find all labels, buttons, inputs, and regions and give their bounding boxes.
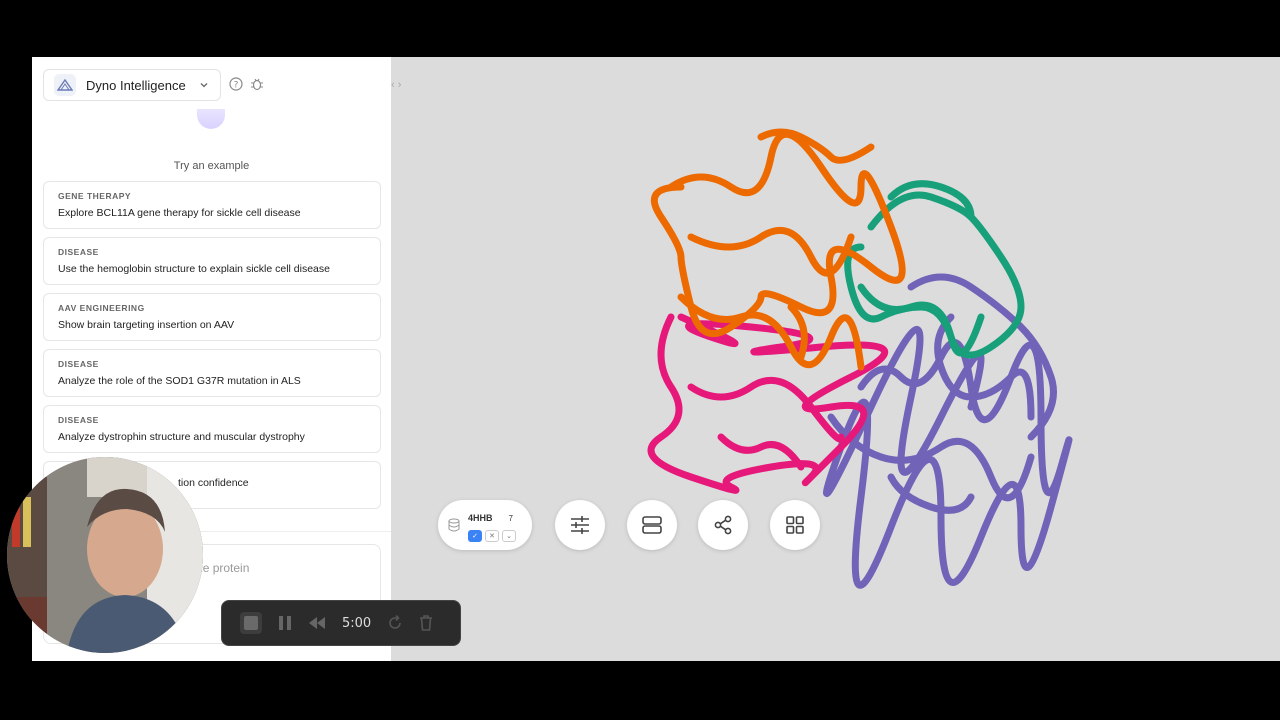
model-icon bbox=[54, 74, 76, 96]
example-text: Show brain targeting insertion on AAV bbox=[58, 319, 235, 331]
assistant-avatar bbox=[197, 109, 225, 129]
example-card[interactable]: GENE THERAPY Explore BCL11A gene therapy… bbox=[43, 181, 381, 229]
chevron-down-icon[interactable]: ⌄ bbox=[502, 530, 516, 542]
help-icon[interactable]: ? bbox=[229, 77, 243, 91]
chain-c bbox=[647, 313, 888, 494]
server-icon bbox=[642, 516, 662, 534]
model-selector[interactable]: Dyno Intelligence bbox=[43, 69, 221, 101]
restart-icon[interactable] bbox=[387, 615, 403, 631]
example-card[interactable]: DISEASE Analyze dystrophin structure and… bbox=[43, 405, 381, 453]
pdb-id: 4HHB bbox=[468, 513, 493, 523]
stop-icon[interactable] bbox=[240, 612, 262, 634]
example-card[interactable]: AAV ENGINEERING Show brain targeting ins… bbox=[43, 293, 381, 341]
close-icon[interactable]: ✕ bbox=[485, 530, 499, 542]
example-text: Analyze dystrophin structure and muscula… bbox=[58, 431, 305, 443]
share-icon bbox=[714, 515, 732, 535]
try-example-label: Try an example bbox=[173, 160, 250, 172]
example-category: GENE THERAPY bbox=[58, 191, 132, 201]
pause-icon[interactable] bbox=[278, 615, 292, 631]
chain-count: 7 bbox=[508, 514, 513, 523]
bug-icon[interactable] bbox=[250, 77, 264, 91]
example-card[interactable]: DISEASE Analyze the role of the SOD1 G37… bbox=[43, 349, 381, 397]
presenter-video bbox=[7, 457, 203, 653]
grid-view-button[interactable] bbox=[770, 500, 820, 550]
layers-button[interactable] bbox=[627, 500, 677, 550]
example-text: Use the hemoglobin structure to explain … bbox=[58, 263, 330, 275]
example-card[interactable]: DISEASE Use the hemoglobin structure to … bbox=[43, 237, 381, 285]
share-button[interactable] bbox=[698, 500, 748, 550]
video-frame: Dyno Intelligence ? Try an example GENE … bbox=[0, 0, 1280, 720]
structure-chip[interactable]: 4HHB 7 ✓ ✕ ⌄ bbox=[438, 500, 532, 550]
chevron-down-icon bbox=[200, 83, 208, 88]
screen-recorder-bar: 5:00 bbox=[221, 600, 461, 646]
grid-icon bbox=[786, 516, 804, 534]
example-text: Explore BCL11A gene therapy for sickle c… bbox=[58, 207, 301, 219]
settings-button[interactable] bbox=[555, 500, 605, 550]
trash-icon[interactable] bbox=[419, 615, 433, 631]
example-category: DISEASE bbox=[58, 247, 99, 257]
example-text: Analyze the role of the SOD1 G37R mutati… bbox=[58, 375, 301, 387]
check-icon[interactable]: ✓ bbox=[468, 530, 482, 542]
sliders-icon bbox=[571, 516, 589, 534]
svg-text:?: ? bbox=[234, 81, 239, 91]
model-name: Dyno Intelligence bbox=[86, 77, 186, 93]
example-category: AAV ENGINEERING bbox=[58, 303, 145, 313]
example-category: DISEASE bbox=[58, 359, 99, 369]
database-icon bbox=[448, 518, 460, 532]
recording-time: 5:00 bbox=[342, 615, 372, 631]
rewind-icon[interactable] bbox=[308, 616, 326, 630]
protein-viewer[interactable]: ‹ › 4HHB 7 ✓ ✕ ⌄ bbox=[391, 57, 1280, 661]
app-window: Dyno Intelligence ? Try an example GENE … bbox=[32, 57, 1280, 661]
protein-structure[interactable] bbox=[391, 57, 1280, 661]
webcam-overlay bbox=[7, 457, 203, 653]
example-category: DISEASE bbox=[58, 415, 99, 425]
